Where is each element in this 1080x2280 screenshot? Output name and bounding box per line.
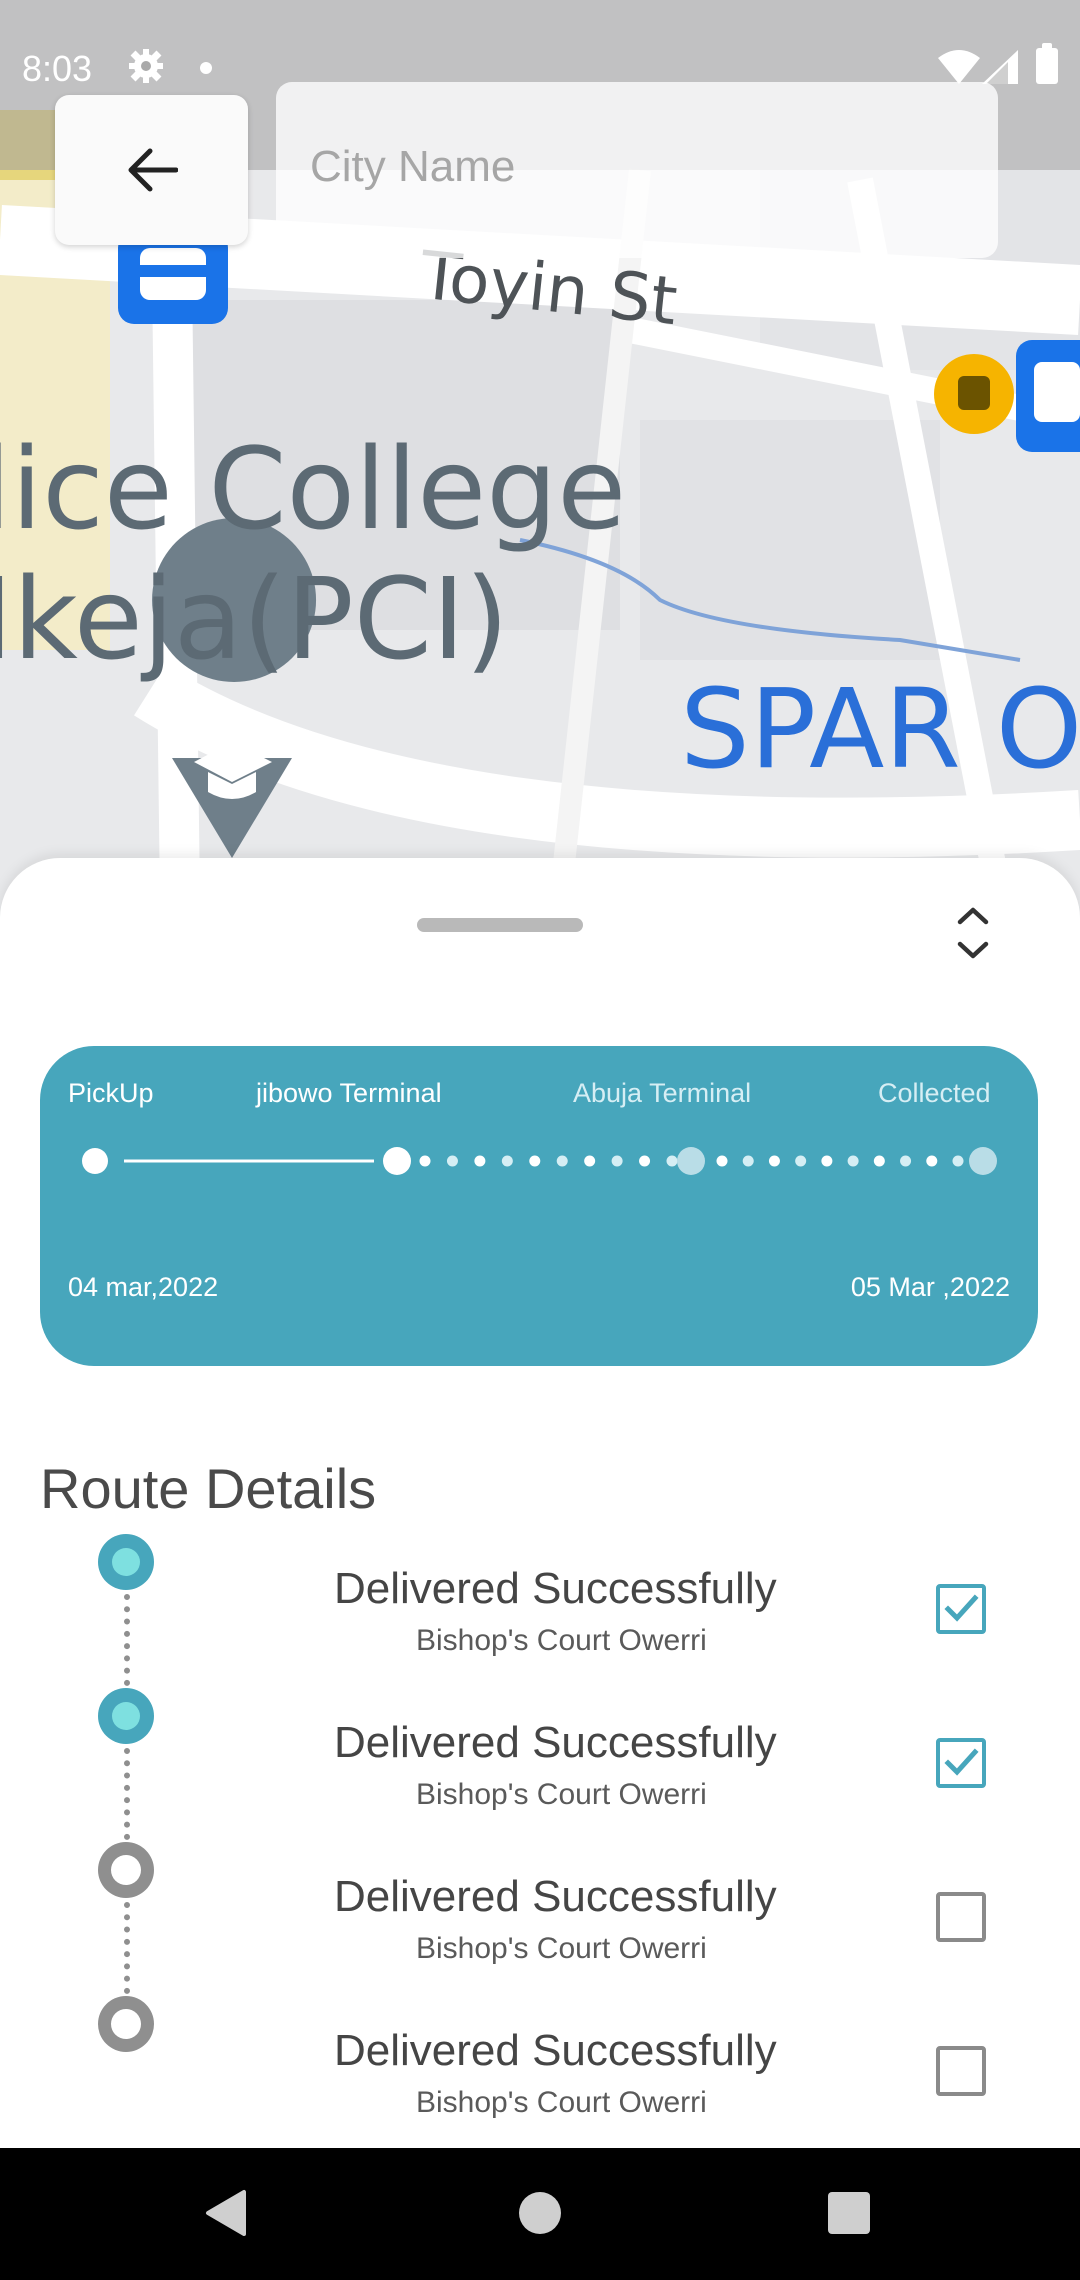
- progress-dot: [926, 1155, 938, 1167]
- progress-dot: [821, 1155, 833, 1167]
- settings-gear-icon: [128, 48, 164, 89]
- route-item-subtitle: Bishop's Court Owerri: [416, 1932, 707, 1965]
- route-item: Delivered Successfully Bishop's Court Ow…: [0, 1996, 1080, 2150]
- route-status-dot: [98, 1842, 154, 1898]
- expand-toggle-button[interactable]: [950, 898, 996, 968]
- route-connector: [124, 1594, 130, 1686]
- stage-node-collected: [969, 1147, 997, 1175]
- progress-dot: [873, 1155, 885, 1167]
- progress-dot: [474, 1155, 486, 1167]
- route-status-dot: [98, 1534, 154, 1590]
- progress-dot: [501, 1155, 513, 1167]
- nav-back-button[interactable]: [204, 2188, 248, 2243]
- arrow-left-icon: [128, 148, 178, 192]
- route-item-checkbox[interactable]: [936, 1738, 986, 1788]
- route-item-checkbox[interactable]: [936, 2046, 986, 2096]
- stage-label-abuja-terminal: Abuja Terminal: [573, 1078, 752, 1108]
- nav-home-button[interactable]: [519, 2192, 561, 2234]
- status-time: 8:03: [22, 48, 93, 89]
- route-item-title: Delivered Successfully: [334, 2026, 777, 2075]
- system-navigation-bar: [0, 2148, 1080, 2280]
- route-item-checkbox[interactable]: [936, 1584, 986, 1634]
- stage-node-abuja-terminal: [677, 1147, 705, 1175]
- route-item-title: Delivered Successfully: [334, 1564, 777, 1613]
- drag-handle[interactable]: [417, 918, 583, 932]
- triangle-back-icon: [206, 2190, 246, 2236]
- stage-label-collected: Collected: [878, 1078, 991, 1108]
- route-status-dot: [98, 1996, 154, 2052]
- progress-dot: [611, 1155, 623, 1167]
- check-icon: [944, 1594, 979, 1622]
- progress-dot: [419, 1155, 431, 1167]
- route-item-subtitle: Bishop's Court Owerri: [416, 1624, 707, 1657]
- bottom-sheet[interactable]: PickUp jibowo Terminal Abuja Terminal Co…: [0, 858, 1080, 2148]
- route-item: Delivered Successfully Bishop's Court Ow…: [0, 1688, 1080, 1842]
- route-item-subtitle: Bishop's Court Owerri: [416, 2086, 707, 2119]
- route-item-title: Delivered Successfully: [334, 1872, 777, 1921]
- route-item-title: Delivered Successfully: [334, 1718, 777, 1767]
- stage-node-jibowo-terminal: [383, 1147, 411, 1175]
- progress-dot: [666, 1155, 678, 1167]
- route-status-dot: [98, 1688, 154, 1744]
- stage-node-pickup: [82, 1148, 108, 1174]
- tracking-progress-card: PickUp jibowo Terminal Abuja Terminal Co…: [40, 1046, 1038, 1366]
- progress-dot: [768, 1155, 780, 1167]
- progress-dot: [446, 1155, 458, 1167]
- map-poi-label-line1: lice College: [0, 425, 627, 555]
- route-item-checkbox[interactable]: [936, 1892, 986, 1942]
- progress-dot: [847, 1155, 859, 1167]
- end-date: 05 Mar ,2022: [850, 1272, 1010, 1302]
- progress-dot: [639, 1155, 651, 1167]
- route-connector: [124, 1902, 130, 1994]
- progress-dot: [742, 1155, 754, 1167]
- progress-dot: [529, 1155, 541, 1167]
- check-icon: [944, 1748, 979, 1776]
- progress-dot: [900, 1155, 912, 1167]
- city-name-input[interactable]: [310, 132, 960, 202]
- notification-dot-icon: [200, 62, 212, 74]
- progress-dot: [952, 1155, 964, 1167]
- search-box[interactable]: [276, 82, 998, 258]
- progress-dot: [556, 1155, 568, 1167]
- unfold-icon: [957, 907, 989, 959]
- progress-dot: [795, 1155, 807, 1167]
- route-item: Delivered Successfully Bishop's Court Ow…: [0, 1534, 1080, 1688]
- progress-dot: [584, 1155, 596, 1167]
- route-item-subtitle: Bishop's Court Owerri: [416, 1778, 707, 1811]
- route-connector: [124, 1748, 130, 1840]
- route-details-heading: Route Details: [40, 1457, 377, 1520]
- route-item: Delivered Successfully Bishop's Court Ow…: [0, 1842, 1080, 1996]
- back-button[interactable]: [55, 95, 248, 245]
- stage-label-jibowo-terminal: jibowo Terminal: [256, 1078, 442, 1108]
- start-date: 04 mar,2022: [68, 1272, 219, 1302]
- nav-recents-button[interactable]: [828, 2192, 870, 2234]
- progress-dot: [716, 1155, 728, 1167]
- map-poi-label-line2: Ikeja(PCI): [0, 555, 509, 685]
- stage-label-pickup: PickUp: [68, 1078, 154, 1108]
- map-store-label: SPAR O: [680, 665, 1080, 793]
- progress-track: [82, 1147, 997, 1175]
- battery-icon: [1036, 43, 1058, 84]
